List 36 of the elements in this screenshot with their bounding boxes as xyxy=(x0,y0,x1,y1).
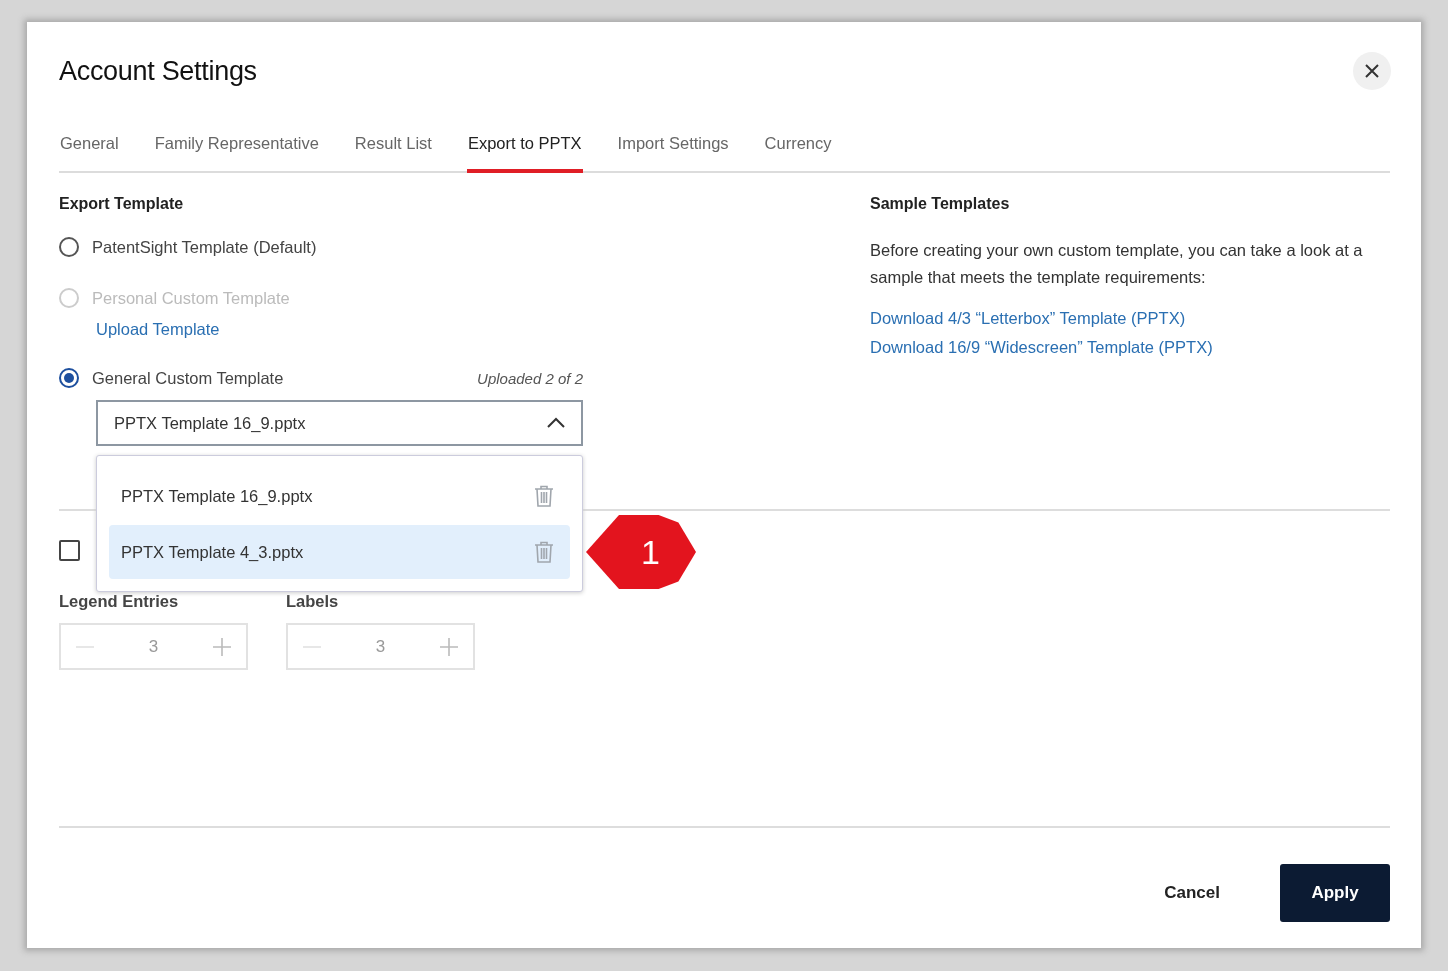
tab[interactable]: Currency xyxy=(763,134,833,173)
section-heading: Sample Templates xyxy=(870,195,1011,213)
stepper-value: 3 xyxy=(375,636,386,657)
apply-button[interactable]: Apply xyxy=(1280,864,1390,922)
field-label: Legend Entries xyxy=(59,592,180,611)
description-text: Before creating your own custom template, you can take a look at a sample that meets the template requirements: xyxy=(870,240,1364,288)
template-select[interactable]: PPTX Template 16_9.pptx xyxy=(96,400,583,446)
tab[interactable]: Import Settings xyxy=(616,134,730,173)
radio-label: PatentSight Template (Default) xyxy=(92,237,317,257)
dialog-title: Account Settings xyxy=(59,55,257,87)
stepper-value: 3 xyxy=(148,636,159,657)
tab[interactable]: Family Representative xyxy=(153,134,320,173)
section-heading: Export Template xyxy=(59,195,185,213)
plus-icon[interactable] xyxy=(212,636,232,657)
tab[interactable]: Export to PPTX xyxy=(466,134,583,173)
download-link[interactable]: Download 16/9 “Widescreen” Template (PPTX) xyxy=(870,338,1390,357)
chevron-icon xyxy=(546,417,566,429)
checkbox[interactable] xyxy=(59,540,80,561)
tab[interactable]: General xyxy=(59,134,120,173)
radio-button[interactable] xyxy=(59,368,79,388)
upload-count: Uploaded 2 of 2 xyxy=(477,369,583,387)
dropdown-option[interactable]: PPTX Template 16_9.pptx xyxy=(109,469,570,523)
field-label: Labels xyxy=(286,592,340,611)
trash-icon[interactable] xyxy=(534,541,554,563)
callout-marker: 1 xyxy=(586,515,696,589)
dropdown-option[interactable]: PPTX Template 4_3.pptx xyxy=(109,525,570,579)
radio-label: General Custom Template xyxy=(92,368,284,388)
trash-icon[interactable] xyxy=(534,485,554,507)
download-link[interactable]: Download 4/3 “Letterbox” Template (PPTX) xyxy=(870,309,1390,328)
close-icon xyxy=(1365,64,1379,78)
close-button[interactable] xyxy=(1353,52,1391,90)
radio-button[interactable] xyxy=(59,237,79,257)
cancel-button[interactable]: Cancel xyxy=(1158,882,1226,904)
tab[interactable]: Result List xyxy=(353,134,433,173)
radio-label: Personal Custom Template xyxy=(92,288,290,308)
plus-icon[interactable] xyxy=(439,636,459,657)
